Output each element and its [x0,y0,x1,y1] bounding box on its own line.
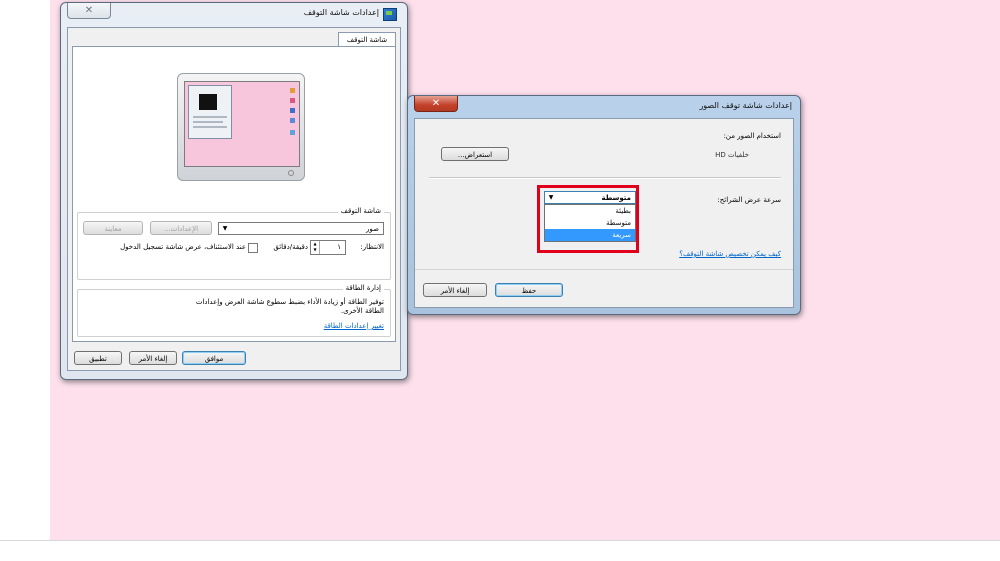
wait-spinner[interactable]: ١ ▲ ▼ [310,240,346,255]
preview-desktop-icon [290,98,295,103]
group-title-power: إدارة الطاقة [342,284,384,292]
taskbar-area [0,540,1000,561]
use-photos-label: استخدام الصور من: [723,132,781,140]
apply-button[interactable]: تطبيق [74,351,122,365]
close-button[interactable]: ✕ [67,3,111,19]
monitor-preview [177,73,305,181]
preview-mini-window [188,85,232,139]
screensaver-settings-window: إعدادات شاشة التوقف ✕ شاشة التوقف شاشة ا… [60,2,408,380]
dropdown-arrow-icon: ▼ [548,194,554,201]
speed-select[interactable]: ▼ متوسطة [544,191,636,204]
close-button[interactable]: ✕ [414,96,458,112]
photo-source-value: خلفيات HD [715,151,749,159]
preview-desktop-icon [290,88,295,93]
preview-screen [184,81,300,167]
left-margin [0,0,50,540]
title-bar[interactable]: إعدادات شاشة التوقف ✕ [61,3,407,27]
resume-checkbox[interactable] [248,243,258,253]
cancel-button[interactable]: إلغاء الأمر [129,351,177,365]
ok-button[interactable]: موافق [182,351,246,365]
power-settings-link[interactable]: تغيير إعدادات الطاقة [324,322,384,330]
display-settings-icon [383,8,397,21]
screensaver-group: شاشة التوقف ▼ صور الإعدادات... معاينة ال… [77,207,391,280]
customize-help-link[interactable]: كيف يمكن تخصيص شاشة التوقف؟ [679,250,781,258]
cancel-button[interactable]: إلغاء الأمر [423,283,487,297]
wait-unit-label: دقيقة/دقائق [273,243,308,251]
power-management-group: إدارة الطاقة توفير الطاقة أو زيادة الأدا… [77,284,391,337]
bottom-separator [415,269,793,270]
speed-option-slow[interactable]: بطيئة [545,205,635,217]
window-client: شاشة التوقف شاشة التوقف ▼ صور الإعدادات.… [67,27,401,371]
screensaver-selected: صور [366,225,379,233]
dropdown-arrow-icon: ▼ [222,225,228,232]
tab-panel: شاشة التوقف ▼ صور الإعدادات... معاينة ال… [72,46,396,342]
preview-mini-monitor [199,94,217,110]
settings-button[interactable]: الإعدادات... [150,221,212,235]
spinner-arrows-icon[interactable]: ▲ ▼ [311,241,320,254]
title-bar[interactable]: إعدادات شاشة توقف الصور ✕ [408,96,800,120]
speed-options-list: بطيئة متوسطة سريعة [544,204,636,242]
preview-power-led [288,170,294,176]
window-title: إعدادات شاشة توقف الصور [699,101,792,110]
window-title: إعدادات شاشة التوقف [303,8,379,17]
preview-line [193,116,227,118]
wait-label: الانتظار: [360,243,384,251]
resume-label: عند الاستئناف، عرض شاشة تسجيل الدخول [120,243,246,251]
speed-option-fast[interactable]: سريعة [545,229,635,241]
save-button[interactable]: حفظ [495,283,563,297]
speed-option-medium[interactable]: متوسطة [545,217,635,229]
wait-value[interactable]: ١ [337,241,341,254]
preview-desktop-icon [290,108,295,113]
photos-settings-window: إعدادات شاشة توقف الصور ✕ استخدام الصور … [407,95,801,315]
preview-line [193,126,227,128]
preview-desktop-icon [290,118,295,123]
preview-line [193,121,223,123]
preview-desktop-icon [290,130,295,135]
separator [429,177,781,179]
group-title-screensaver: شاشة التوقف [337,207,384,215]
power-description: توفير الطاقة أو زيادة الأداء بضبط سطوع ش… [195,298,384,315]
window-client: استخدام الصور من: خلفيات HD استعراض... س… [414,118,794,308]
slide-speed-label: سرعة عرض الشرائح: [717,196,781,204]
screensaver-select[interactable]: ▼ صور [218,222,384,235]
preview-button[interactable]: معاينة [83,221,143,235]
browse-button[interactable]: استعراض... [441,147,509,161]
